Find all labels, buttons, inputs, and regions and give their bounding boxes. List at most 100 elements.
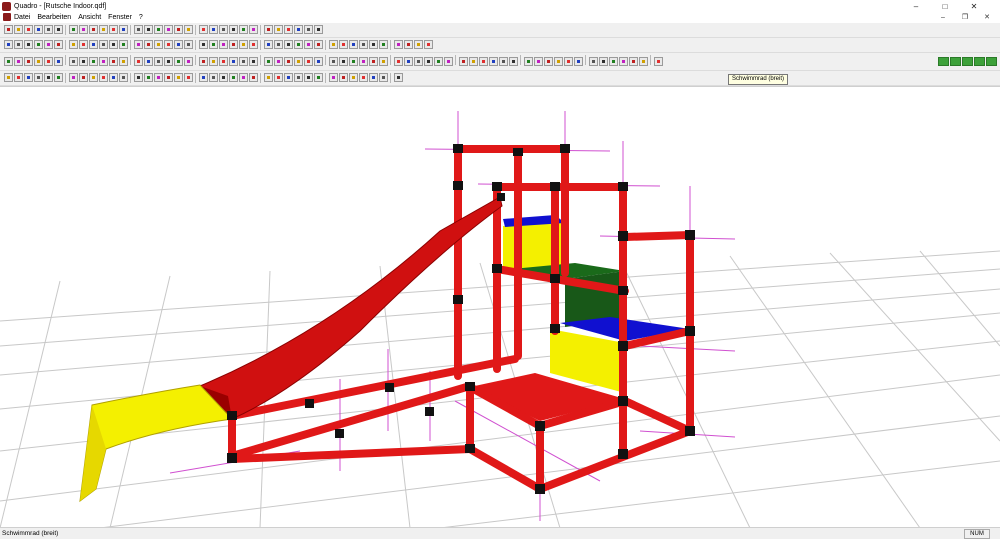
tube-icon[interactable]: [554, 57, 563, 66]
step-10-icon[interactable]: [219, 73, 228, 82]
cross-icon[interactable]: [249, 25, 258, 34]
view-front-icon[interactable]: [294, 25, 303, 34]
view-side-icon[interactable]: [304, 25, 313, 34]
tube-icon[interactable]: [209, 40, 218, 49]
move-icon[interactable]: [134, 73, 143, 82]
tube-icon[interactable]: [509, 57, 518, 66]
square-icon[interactable]: [274, 57, 283, 66]
step-5-icon[interactable]: [209, 73, 218, 82]
tool-icon[interactable]: [314, 40, 323, 49]
joint-icon[interactable]: [339, 57, 348, 66]
menu-ansicht[interactable]: Ansicht: [78, 14, 101, 21]
joint-icon[interactable]: [219, 57, 228, 66]
view-icon[interactable]: [24, 73, 33, 82]
blue-ball-icon[interactable]: [219, 40, 228, 49]
bulb-icon[interactable]: [14, 40, 23, 49]
slide-exit[interactable]: [79, 384, 234, 503]
align-icon[interactable]: [304, 73, 313, 82]
rope-icon[interactable]: [359, 40, 368, 49]
tool-icon[interactable]: [44, 57, 53, 66]
cube-icon[interactable]: [54, 73, 63, 82]
wheel-icon[interactable]: [199, 25, 208, 34]
zoom-fit-icon[interactable]: [986, 57, 997, 66]
cube-icon[interactable]: [34, 73, 43, 82]
tube-icon[interactable]: [524, 57, 533, 66]
step-80-icon[interactable]: [249, 73, 258, 82]
arrows-icon[interactable]: [69, 40, 78, 49]
menu-help[interactable]: ?: [139, 14, 143, 21]
view-3d-icon[interactable]: [284, 25, 293, 34]
step-40-icon[interactable]: [239, 73, 248, 82]
square-icon[interactable]: [414, 40, 423, 49]
wheel-icon[interactable]: [184, 40, 193, 49]
tube-icon[interactable]: [544, 57, 553, 66]
mdi-minimize-button[interactable]: –: [935, 12, 951, 22]
tool-icon[interactable]: [284, 40, 293, 49]
cube-icon[interactable]: [184, 73, 193, 82]
align-icon[interactable]: [314, 73, 323, 82]
grid-icon[interactable]: [164, 57, 173, 66]
cube-icon[interactable]: [69, 73, 78, 82]
align-icon[interactable]: [274, 73, 283, 82]
black-square-icon[interactable]: [404, 40, 413, 49]
cross-icon[interactable]: [329, 40, 338, 49]
cube-icon[interactable]: [174, 73, 183, 82]
red-ball-icon[interactable]: [489, 57, 498, 66]
mdi-restore-button[interactable]: ❐: [957, 12, 973, 22]
joint-icon[interactable]: [329, 57, 338, 66]
panel-icon[interactable]: [154, 40, 163, 49]
bar-icon[interactable]: [264, 25, 273, 34]
connector-icon[interactable]: [394, 57, 403, 66]
align-icon[interactable]: [349, 73, 358, 82]
tool-icon[interactable]: [34, 57, 43, 66]
rope-icon[interactable]: [349, 40, 358, 49]
move-icon[interactable]: [154, 73, 163, 82]
joint-icon[interactable]: [294, 57, 303, 66]
circle-icon[interactable]: [264, 57, 273, 66]
panel-25-icon[interactable]: [144, 40, 153, 49]
pipe-icon[interactable]: [54, 57, 63, 66]
copy-icon[interactable]: [79, 25, 88, 34]
red-bar-icon[interactable]: [574, 57, 583, 66]
box-icon[interactable]: [209, 25, 218, 34]
document-icon[interactable]: [3, 13, 11, 21]
view-top-icon[interactable]: [314, 25, 323, 34]
red-block-icon[interactable]: [219, 25, 228, 34]
box-icon[interactable]: [89, 57, 98, 66]
arrows-icon[interactable]: [99, 40, 108, 49]
align-icon[interactable]: [329, 73, 338, 82]
tube-icon[interactable]: [459, 57, 468, 66]
red-icon[interactable]: [609, 57, 618, 66]
align-icon[interactable]: [284, 73, 293, 82]
connector-icon[interactable]: [424, 57, 433, 66]
tube-icon[interactable]: [469, 57, 478, 66]
box-icon[interactable]: [79, 57, 88, 66]
open-icon[interactable]: [14, 25, 23, 34]
cube-icon[interactable]: [89, 73, 98, 82]
bar-blue-icon[interactable]: [274, 25, 283, 34]
blue-bar-icon[interactable]: [264, 40, 273, 49]
redo-icon[interactable]: [119, 25, 128, 34]
panel-35-icon[interactable]: [119, 40, 128, 49]
move-icon[interactable]: [144, 73, 153, 82]
mdi-close-button[interactable]: ✕: [979, 12, 995, 22]
close-button[interactable]: ✕: [961, 0, 987, 12]
square-icon[interactable]: [424, 40, 433, 49]
mail-icon[interactable]: [154, 57, 163, 66]
lock-icon[interactable]: [379, 57, 388, 66]
red-icon[interactable]: [639, 57, 648, 66]
eye-icon[interactable]: [44, 40, 53, 49]
plus-red-icon[interactable]: [184, 57, 193, 66]
blue-bar-icon[interactable]: [239, 40, 248, 49]
blue-square-icon[interactable]: [394, 40, 403, 49]
blue-bar-icon[interactable]: [249, 40, 258, 49]
arrows-icon[interactable]: [79, 40, 88, 49]
minimize-button[interactable]: –: [903, 0, 929, 12]
grid-icon[interactable]: [249, 57, 258, 66]
red-icon[interactable]: [629, 57, 638, 66]
3d-viewport[interactable]: [0, 86, 1000, 529]
paint-icon[interactable]: [229, 25, 238, 34]
plus-icon[interactable]: [99, 57, 108, 66]
red-bar-icon[interactable]: [564, 57, 573, 66]
delete-icon[interactable]: [99, 25, 108, 34]
